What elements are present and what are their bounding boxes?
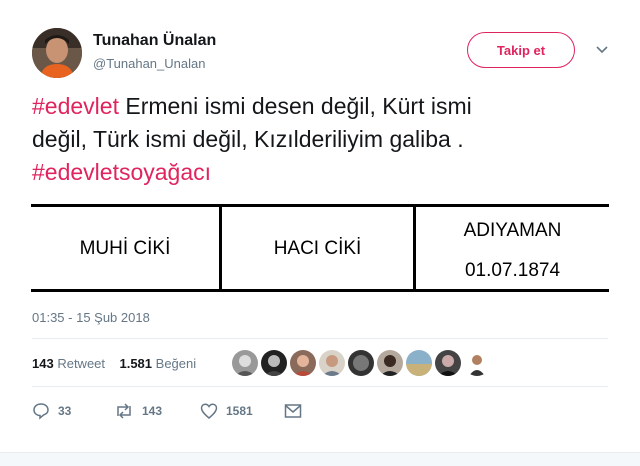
like-label[interactable]: Beğeni bbox=[156, 356, 196, 371]
liker-avatar[interactable] bbox=[435, 350, 461, 376]
author-name[interactable]: Tunahan Ünalan bbox=[93, 32, 216, 50]
table-border bbox=[31, 289, 609, 292]
timestamp[interactable]: 01:35 - 15 Şub 2018 bbox=[32, 310, 150, 325]
tweet-actions: 33 143 1581 bbox=[32, 402, 302, 420]
table-cell: HACI CİKİ bbox=[273, 238, 362, 259]
hashtag-link[interactable]: #edevlet bbox=[32, 93, 119, 119]
retweet-icon bbox=[117, 403, 131, 419]
hashtag-link[interactable]: #edevletsoyağacı bbox=[32, 159, 211, 185]
divider bbox=[32, 338, 608, 339]
liker-avatar[interactable] bbox=[464, 350, 490, 376]
heart-icon bbox=[200, 403, 218, 419]
like-action-count: 1581 bbox=[226, 404, 253, 418]
table-cell: MUHİ CİKİ bbox=[79, 238, 171, 259]
direct-message-button[interactable] bbox=[284, 403, 302, 419]
retweet-count: 143 bbox=[32, 356, 54, 371]
liker-avatar[interactable] bbox=[232, 350, 258, 376]
like-count: 1.581 bbox=[119, 356, 153, 371]
author-handle[interactable]: @Tunahan_Unalan bbox=[93, 56, 205, 71]
tweet-text-line2: değil, Türk ismi değil, Kızılderiliyim g… bbox=[32, 126, 464, 152]
liker-avatar[interactable] bbox=[406, 350, 432, 376]
liker-avatar[interactable] bbox=[261, 350, 287, 376]
tweet-text-line1: Ermeni ismi desen değil, Kürt ismi bbox=[118, 93, 472, 119]
follow-button[interactable]: Takip et bbox=[467, 32, 575, 68]
liker-avatar[interactable] bbox=[290, 350, 316, 376]
chevron-down-icon[interactable] bbox=[595, 43, 609, 57]
retweet-action-count: 143 bbox=[142, 404, 163, 418]
table-cell: 01.07.1874 bbox=[464, 260, 561, 281]
table-cell: ADIYAMAN bbox=[463, 220, 562, 241]
tweet-text: #edevlet Ermeni ismi desen değil, Kürt i… bbox=[32, 90, 602, 189]
liker-avatars bbox=[232, 350, 493, 376]
avatar[interactable] bbox=[32, 28, 82, 78]
like-button[interactable]: 1581 bbox=[200, 402, 284, 420]
reply-icon bbox=[33, 403, 49, 420]
liker-avatar[interactable] bbox=[348, 350, 374, 376]
reply-button[interactable]: 33 bbox=[32, 402, 114, 420]
envelope-icon bbox=[284, 404, 302, 418]
table-border bbox=[31, 204, 609, 207]
retweet-button[interactable]: 143 bbox=[114, 402, 200, 420]
divider bbox=[32, 386, 608, 387]
reply-count: 33 bbox=[58, 404, 72, 418]
liker-avatar[interactable] bbox=[377, 350, 403, 376]
liker-avatar[interactable] bbox=[319, 350, 345, 376]
footer-bar bbox=[0, 452, 640, 466]
retweet-label[interactable]: Retweet bbox=[57, 356, 105, 371]
avatar-photo bbox=[32, 28, 82, 78]
engagement-stats: 143 Retweet 1.581 Beğeni bbox=[32, 356, 196, 371]
tweet-image[interactable]: MUHİ CİKİ HACI CİKİ ADIYAMAN 01.07.1874 bbox=[31, 204, 609, 292]
